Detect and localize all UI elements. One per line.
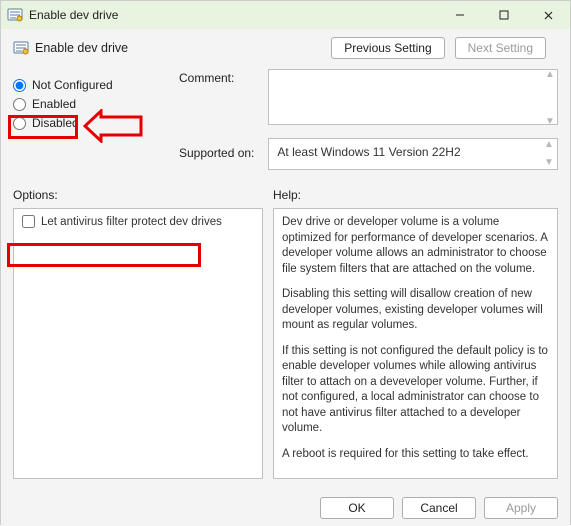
policy-icon <box>13 40 29 56</box>
main-panel: Enable dev drive Previous Setting Next S… <box>1 29 570 526</box>
radio-enabled-label: Enabled <box>32 97 76 111</box>
help-paragraph: Disabling this setting will disallow cre… <box>282 287 549 334</box>
cancel-button[interactable]: Cancel <box>402 497 476 519</box>
minimize-button[interactable] <box>438 1 482 29</box>
radio-disabled[interactable] <box>13 117 26 130</box>
title-bar: Enable dev drive <box>1 1 570 29</box>
supported-on-label: Supported on: <box>179 138 258 170</box>
help-paragraph: Dev drive or developer volume is a volum… <box>282 215 549 277</box>
bottom-button-bar: OK Cancel Apply <box>1 490 570 526</box>
radio-enabled[interactable] <box>13 98 26 111</box>
help-box: Dev drive or developer volume is a volum… <box>273 208 558 479</box>
ok-button[interactable]: OK <box>320 497 394 519</box>
radio-disabled-label: Disabled <box>32 116 79 130</box>
previous-setting-button[interactable]: Previous Setting <box>331 37 444 59</box>
comment-textarea[interactable] <box>268 69 558 125</box>
scroll-up-icon: ▲ <box>544 139 554 151</box>
radio-not-configured[interactable] <box>13 79 26 92</box>
scroll-down-icon: ▼ <box>545 116 555 128</box>
state-radio-group: Not Configured Enabled Disabled <box>13 69 173 170</box>
close-button[interactable] <box>526 1 570 29</box>
next-setting-button: Next Setting <box>455 37 546 59</box>
policy-title: Enable dev drive <box>35 41 128 55</box>
help-header: Help: <box>273 188 558 202</box>
comment-label: Comment: <box>179 69 258 128</box>
window-title: Enable dev drive <box>29 8 118 22</box>
maximize-button[interactable] <box>482 1 526 29</box>
help-paragraph: If this setting is not configured the de… <box>282 344 549 437</box>
radio-not-configured-label: Not Configured <box>32 78 113 92</box>
apply-button: Apply <box>484 497 558 519</box>
antivirus-filter-checkbox[interactable] <box>22 215 35 228</box>
policy-icon <box>7 7 23 23</box>
supported-on-value: At least Windows 11 Version 22H2 ▲ ▼ <box>268 138 558 170</box>
supported-on-text: At least Windows 11 Version 22H2 <box>277 145 460 159</box>
antivirus-filter-label: Let antivirus filter protect dev drives <box>41 216 222 228</box>
help-paragraph: A reboot is required for this setting to… <box>282 447 549 463</box>
scroll-down-icon: ▼ <box>544 157 554 169</box>
options-header: Options: <box>13 188 263 202</box>
scroll-up-icon: ▲ <box>545 69 555 81</box>
options-box: Let antivirus filter protect dev drives <box>13 208 263 479</box>
